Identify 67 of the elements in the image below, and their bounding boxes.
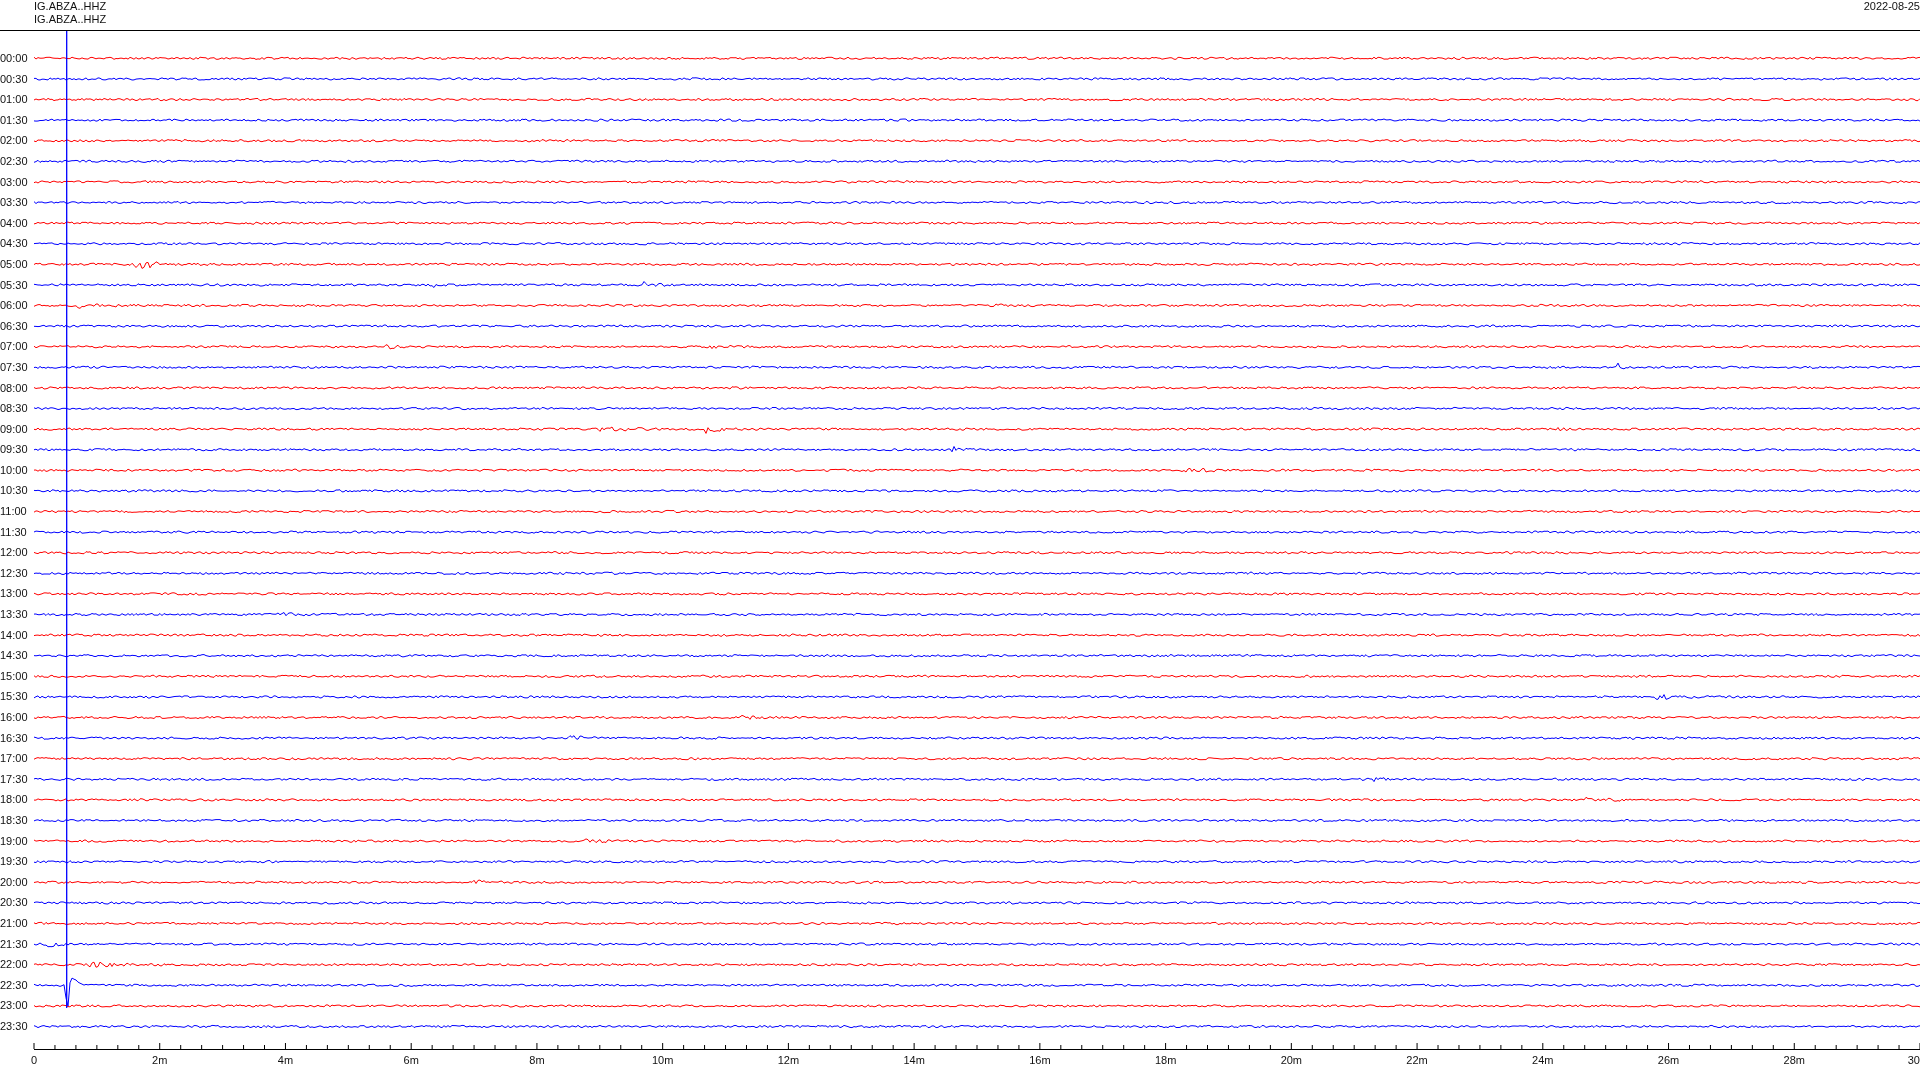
axis-label: 4m [277, 1053, 294, 1066]
time-label: 08:00 [0, 380, 29, 396]
date-label: 2022-08-25 [1863, 0, 1920, 14]
time-label: 07:00 [0, 339, 29, 355]
time-label: 20:30 [0, 895, 29, 911]
axis-label: 20m [1280, 1053, 1303, 1066]
time-label: 18:00 [0, 792, 29, 808]
time-label: 19:30 [0, 854, 29, 870]
time-label: 15:30 [0, 689, 29, 705]
axis-label: 6m [403, 1053, 419, 1066]
time-label: 03:30 [0, 195, 29, 211]
time-label: 23:30 [0, 1018, 29, 1034]
time-label: 19:00 [0, 833, 29, 849]
time-label: 01:30 [0, 112, 29, 128]
time-label: 02:00 [0, 133, 29, 149]
time-label: 00:30 [0, 71, 29, 87]
time-label: 04:30 [0, 236, 29, 252]
axis-label: 30 [1907, 1053, 1920, 1066]
time-label: 14:30 [0, 648, 29, 664]
time-label: 06:00 [0, 298, 29, 314]
axis-label: 26m [1657, 1053, 1680, 1066]
time-label: 23:00 [0, 998, 29, 1014]
axis-label: 8m [529, 1053, 545, 1066]
time-label: 07:30 [0, 359, 29, 375]
time-label: 17:00 [0, 751, 29, 767]
time-label: 02:30 [0, 153, 29, 169]
time-label: 17:30 [0, 771, 29, 787]
time-label: 13:00 [0, 586, 29, 602]
time-label: 13:30 [0, 607, 29, 623]
time-label: 14:00 [0, 627, 29, 643]
time-label: 21:30 [0, 936, 29, 952]
time-label: 11:00 [0, 504, 28, 520]
axis-label: 22m [1406, 1053, 1428, 1066]
axis-label: 16m [1029, 1053, 1051, 1066]
time-label: 21:00 [0, 915, 29, 931]
time-label: 18:30 [0, 812, 29, 828]
time-label: 08:30 [0, 401, 29, 417]
axis-label: 10m [651, 1053, 674, 1066]
time-label: 16:00 [0, 710, 29, 725]
time-label: 12:00 [0, 545, 29, 561]
channel-label: IG.ABZA..HHZ [34, 13, 107, 26]
time-label: 06:30 [0, 318, 29, 334]
time-label: 05:00 [0, 256, 29, 272]
axis-label: 12m [777, 1053, 800, 1066]
time-label: 16:30 [0, 730, 29, 746]
time-label: 10:00 [0, 462, 29, 478]
time-label: 20:00 [0, 874, 29, 890]
axis-label: 14m [903, 1053, 925, 1066]
time-label: 01:00 [0, 92, 29, 108]
time-label: 09:00 [0, 421, 29, 437]
time-label: 05:30 [0, 277, 29, 293]
time-label: 03:00 [0, 174, 29, 190]
time-label: 15:00 [0, 668, 29, 684]
channel-label: IG.ABZA..HHZ [34, 0, 107, 13]
time-label: 22:30 [0, 977, 29, 993]
time-label: 22:00 [0, 957, 29, 973]
time-label: 12:30 [0, 565, 29, 581]
time-label: 04:00 [0, 215, 29, 231]
time-label: 00:00 [0, 51, 29, 66]
time-label: 09:30 [0, 442, 29, 458]
axis-label: 24m [1532, 1053, 1554, 1066]
axis-label: 0 [30, 1053, 38, 1066]
time-label: 10:30 [0, 483, 29, 499]
axis-label: 28m [1783, 1053, 1805, 1066]
time-label: 11:30 [0, 524, 28, 540]
axis-label: 2m [152, 1053, 168, 1066]
axis-label: 18m [1154, 1053, 1177, 1066]
